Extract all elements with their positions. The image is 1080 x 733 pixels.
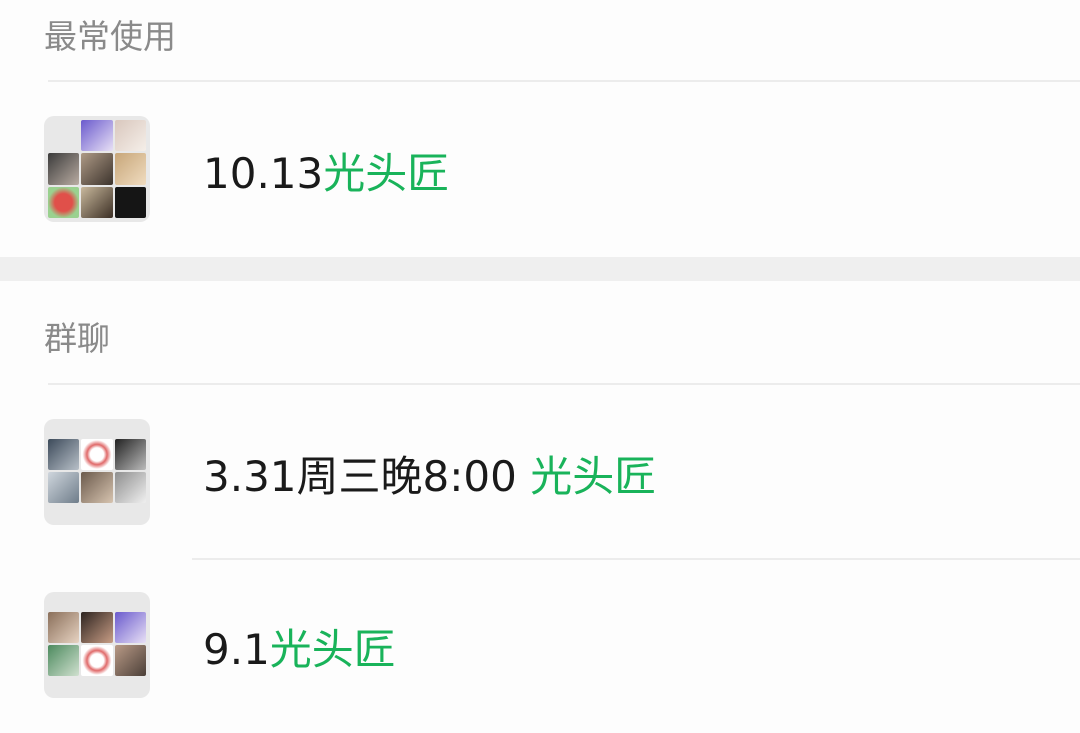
group-avatar (44, 116, 150, 222)
section-gap (0, 257, 1080, 281)
group-name: 10.13光头匠 (203, 149, 450, 198)
list-item-group-91[interactable]: 9.1光头匠 (0, 586, 1080, 706)
list-item-group-1013[interactable]: 10.13光头匠 (0, 110, 1080, 230)
group-name: 3.31周三晚8:00 光头匠 (203, 452, 657, 501)
group-name: 9.1光头匠 (203, 625, 396, 674)
section-header-frequent: 最常使用 (44, 17, 176, 56)
group-avatar (44, 592, 150, 698)
list-item-group-331[interactable]: 3.31周三晚8:00 光头匠 (0, 413, 1080, 533)
row-divider (192, 558, 1080, 560)
section-header-groups: 群聊 (44, 319, 110, 358)
section-divider (48, 80, 1080, 82)
group-avatar (44, 419, 150, 525)
section-divider (48, 383, 1080, 385)
